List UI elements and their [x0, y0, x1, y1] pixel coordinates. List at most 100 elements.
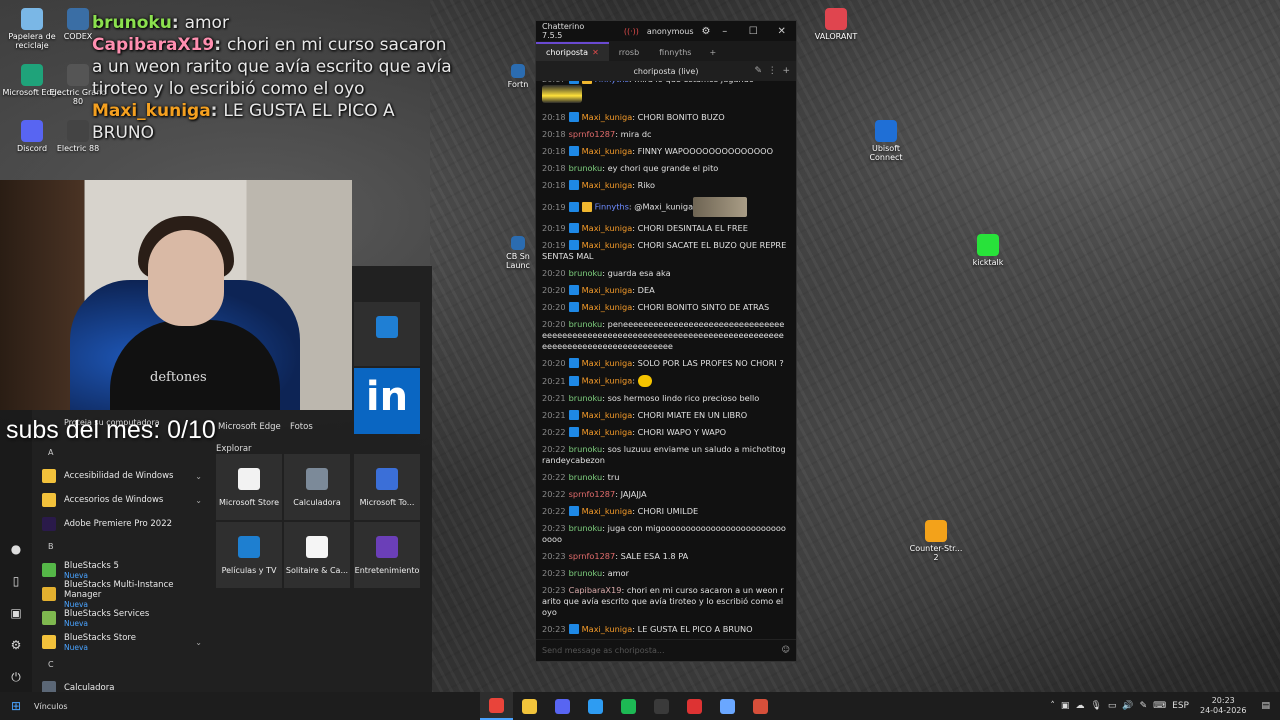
streamer-mode-icon[interactable]: ((·)) — [624, 27, 639, 36]
taskbar-app-button[interactable] — [744, 692, 777, 720]
letter-c[interactable]: C — [36, 654, 206, 676]
message-username[interactable]: CapibaraX19 — [569, 585, 622, 595]
minimize-button[interactable]: – — [711, 26, 740, 37]
user-avatar-icon[interactable]: ● — [9, 542, 23, 556]
start-tile[interactable]: Microsoft Store — [216, 454, 282, 520]
power-icon[interactable]: ⏻ — [9, 670, 23, 684]
tab-rrosb[interactable]: rrosb — [609, 44, 649, 61]
volume-icon[interactable]: 🔊 — [1122, 701, 1133, 711]
taskbar-chatterino-button[interactable] — [711, 692, 744, 720]
taskbar-store-button[interactable] — [579, 692, 612, 720]
emote-picker-icon[interactable]: ☺ — [782, 645, 790, 654]
message-username[interactable]: Maxi_kuniga — [582, 112, 633, 122]
message-username[interactable]: Maxi_kuniga — [582, 302, 633, 312]
start-tile[interactable]: Solitaire & Ca... — [284, 522, 350, 588]
taskbar-spotify-button[interactable] — [612, 692, 645, 720]
start-app-item[interactable]: BlueStacks 5 Nueva — [36, 558, 206, 582]
message-username[interactable]: brunoku — [569, 319, 603, 329]
taskbar-chrome-button[interactable] — [480, 692, 513, 720]
maximize-button[interactable]: ☐ — [739, 26, 768, 37]
message-username[interactable]: brunoku — [569, 444, 603, 454]
pinned-edge-label[interactable]: Microsoft Edge — [218, 422, 281, 432]
links-toolbar-label[interactable]: Vínculos — [34, 702, 68, 711]
letter-b[interactable]: B — [36, 536, 206, 558]
message-username[interactable]: Maxi_kuniga — [582, 146, 633, 156]
start-app-item[interactable]: BlueStacks Multi-Instance Manager Nueva — [36, 580, 206, 609]
message-username[interactable]: Maxi_kuniga — [582, 427, 633, 437]
notifications-icon[interactable]: ▤ — [1261, 701, 1270, 711]
taskbar-discord-button[interactable] — [546, 692, 579, 720]
microphone-icon[interactable]: 🎙 — [1090, 701, 1101, 711]
start-tile[interactable]: Películas y TV — [216, 522, 282, 588]
taskbar-steam-button[interactable] — [678, 692, 711, 720]
message-username[interactable]: brunoku — [569, 472, 603, 482]
message-username[interactable]: Maxi_kuniga — [582, 285, 633, 295]
message-username[interactable]: Maxi_kuniga — [582, 358, 633, 368]
show-hidden-icons[interactable]: ˄ — [1050, 701, 1055, 711]
pen-icon[interactable]: ✎ — [1140, 701, 1148, 711]
close-button[interactable]: ✕ — [768, 26, 797, 37]
message-username[interactable]: brunoku — [569, 568, 603, 578]
close-tab-icon[interactable]: ✕ — [592, 48, 599, 57]
start-app-item[interactable]: Adobe Premiere Pro 2022 — [36, 512, 206, 536]
start-button[interactable]: ⊞ — [0, 692, 32, 720]
chevron-down-icon[interactable]: ⌄ — [195, 472, 202, 481]
network-icon[interactable]: ⌨ — [1153, 701, 1166, 711]
message-username[interactable]: Maxi_kuniga — [582, 223, 633, 233]
pictures-icon[interactable]: ▣ — [9, 606, 23, 620]
message-username[interactable]: Finnyths — [595, 81, 629, 84]
tray-app-icon[interactable]: ▣ — [1061, 701, 1070, 711]
start-tile[interactable]: Microsoft To... — [354, 454, 420, 520]
desktop-icon[interactable]: VALORANT — [806, 8, 866, 41]
message-input[interactable]: Send message as choriposta... ☺ — [536, 639, 796, 661]
message-username[interactable]: Maxi_kuniga — [582, 410, 633, 420]
chevron-down-icon[interactable]: ⌄ — [195, 638, 202, 647]
desktop-icon[interactable]: Ubisoft Connect — [856, 120, 916, 162]
tab-finnyths[interactable]: finnyths — [649, 44, 701, 61]
start-app-item[interactable]: Accesibilidad de Windows ⌄ — [36, 464, 206, 488]
start-app-item[interactable]: BlueStacks Store Nueva ⌄ — [36, 630, 206, 654]
start-app-item[interactable]: BlueStacks Services Nueva — [36, 606, 206, 630]
message-username[interactable]: Maxi_kuniga — [582, 624, 633, 634]
message-username[interactable]: Maxi_kuniga — [582, 506, 633, 516]
message-username[interactable]: brunoku — [569, 268, 603, 278]
tile-outlook[interactable] — [354, 302, 420, 366]
desktop-icon[interactable]: Counter-Str... 2 — [906, 520, 966, 562]
start-app-item[interactable]: Accesorios de Windows ⌄ — [36, 488, 206, 512]
message-username[interactable]: brunoku — [569, 393, 603, 403]
chat-messages[interactable]: 20:17 Finnyths: mira lo que estamos jugan… — [536, 81, 794, 641]
settings-gear-icon[interactable]: ⚙ — [702, 26, 711, 37]
clock[interactable]: 20:23 24-04-2026 — [1200, 696, 1247, 716]
tile-linkedin[interactable]: in — [354, 368, 420, 434]
message-username[interactable]: brunoku — [569, 163, 603, 173]
language-indicator[interactable]: ESP — [1172, 701, 1189, 711]
onedrive-icon[interactable]: ☁ — [1075, 701, 1084, 711]
message-username[interactable]: sprnfo1287 — [569, 129, 616, 139]
display-icon[interactable]: ▭ — [1108, 701, 1117, 711]
split-header[interactable]: choriposta (live) ✎ ⋮ + — [536, 61, 796, 81]
message-username[interactable]: Finnyths — [595, 202, 629, 212]
documents-icon[interactable]: ▯ — [9, 574, 23, 588]
message-username[interactable]: sprnfo1287 — [569, 551, 616, 561]
desktop-icon[interactable]: kicktalk — [958, 234, 1018, 267]
pinned-photos-label[interactable]: Fotos — [290, 422, 313, 432]
desktop-icon-partial[interactable]: CB Sn Launc — [500, 236, 536, 270]
message-username[interactable]: Maxi_kuniga — [582, 180, 633, 190]
message-username[interactable]: Maxi_kuniga — [582, 240, 633, 250]
message-username[interactable]: sprnfo1287 — [569, 489, 616, 499]
start-tile[interactable]: Calculadora — [284, 454, 350, 520]
add-tab-icon[interactable]: + — [701, 44, 724, 61]
settings-icon[interactable]: ⚙ — [9, 638, 23, 652]
start-tile[interactable]: Entretenimiento — [354, 522, 420, 588]
desktop-icon-partial[interactable]: Fortn — [500, 64, 536, 89]
message-username[interactable]: brunoku — [569, 523, 603, 533]
message-username[interactable]: Maxi_kuniga — [582, 376, 633, 386]
chevron-down-icon[interactable]: ⌄ — [195, 496, 202, 505]
letter-a[interactable]: A — [36, 442, 206, 464]
tab-choriposta[interactable]: choriposta ✕ — [536, 42, 609, 61]
taskbar-file-explorer-button[interactable] — [513, 692, 546, 720]
chatterino-titlebar[interactable]: Chatterino 7.5.5 ((·)) anonymous ⚙ – ☐ ✕ — [536, 21, 796, 41]
split-menu-icons[interactable]: ✎ ⋮ + — [754, 66, 790, 76]
account-name[interactable]: anonymous — [647, 27, 694, 36]
taskbar-obs-button[interactable] — [645, 692, 678, 720]
